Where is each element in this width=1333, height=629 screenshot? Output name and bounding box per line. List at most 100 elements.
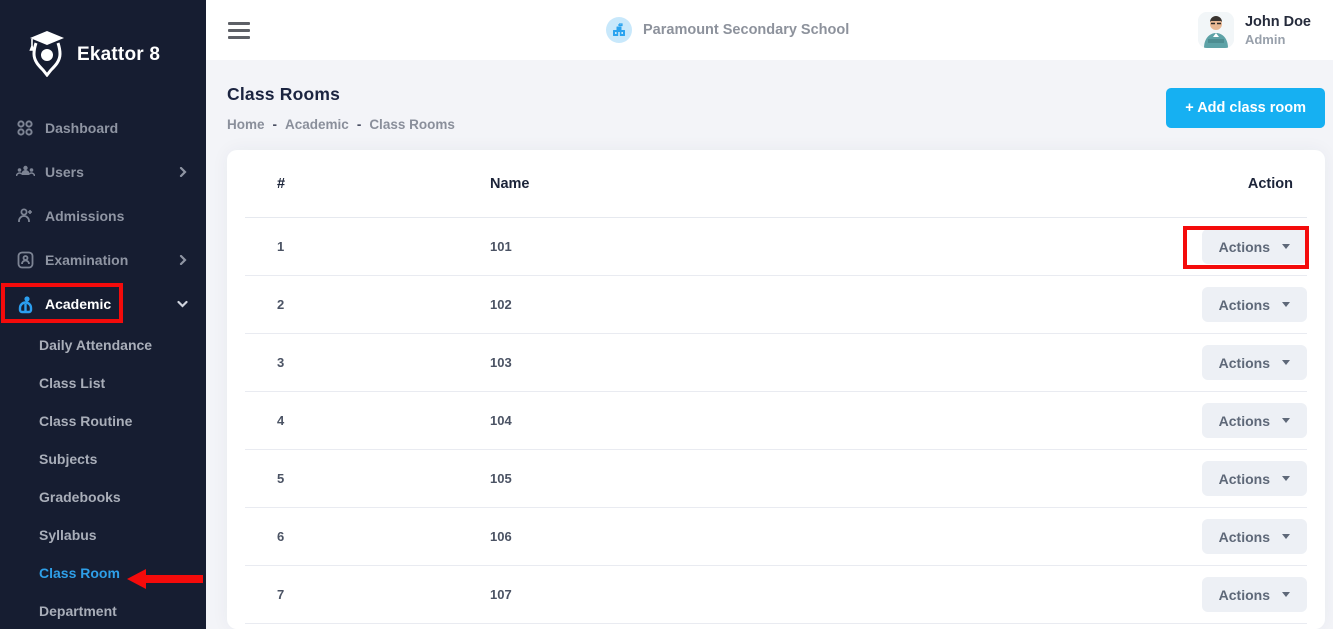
subitem-label: Class Room (39, 565, 120, 581)
table-row: 5 105 Actions (245, 450, 1307, 508)
row-name: 102 (490, 297, 1179, 312)
sidebar-item-dashboard[interactable]: Dashboard (0, 106, 206, 150)
row-actions-button[interactable]: Actions (1202, 287, 1307, 322)
table-row: 3 103 Actions (245, 334, 1307, 392)
column-header-name: Name (490, 176, 1179, 192)
school-selector[interactable]: Paramount Secondary School (606, 0, 849, 60)
sidebar-item-label: Admissions (45, 208, 124, 224)
sidebar-subitem-class-list[interactable]: Class List (0, 364, 206, 402)
sidebar-item-admissions[interactable]: Admissions (0, 194, 206, 238)
row-name: 104 (490, 413, 1179, 428)
caret-down-icon (1282, 476, 1290, 481)
row-name: 106 (490, 529, 1179, 544)
subitem-label: Subjects (39, 451, 97, 467)
sidebar-item-users[interactable]: Users (0, 150, 206, 194)
subitem-label: Class Routine (39, 413, 132, 429)
table-row: 4 104 Actions (245, 392, 1307, 450)
actions-label: Actions (1219, 355, 1270, 371)
actions-label: Actions (1219, 239, 1270, 255)
column-header-number: # (277, 176, 490, 192)
row-actions-button[interactable]: Actions (1202, 403, 1307, 438)
school-name: Paramount Secondary School (643, 22, 849, 38)
subitem-label: Department (39, 603, 117, 619)
table-row: 6 106 Actions (245, 508, 1307, 566)
user-info: John Doe Admin (1245, 13, 1311, 48)
actions-label: Actions (1219, 471, 1270, 487)
row-actions-button[interactable]: Actions (1202, 519, 1307, 554)
breadcrumb-class-rooms: Class Rooms (369, 117, 455, 132)
sidebar-item-label: Users (45, 164, 84, 180)
actions-label: Actions (1219, 529, 1270, 545)
title-block: Class Rooms Home - Academic - Class Room… (227, 84, 455, 132)
page-header: Class Rooms Home - Academic - Class Room… (227, 84, 1325, 132)
add-class-room-button[interactable]: + Add class room (1166, 88, 1325, 128)
badge-icon (15, 250, 35, 270)
breadcrumb-separator: - (357, 117, 362, 132)
row-name: 105 (490, 471, 1179, 486)
caret-down-icon (1282, 244, 1290, 249)
row-actions-button[interactable]: Actions (1202, 345, 1307, 380)
row-number: 6 (277, 529, 490, 544)
dashboard-icon (15, 118, 35, 138)
sidebar-subitem-subjects[interactable]: Subjects (0, 440, 206, 478)
class-rooms-table-card: # Name Action 1 101 Actions 2 102 Action… (227, 150, 1325, 629)
caret-down-icon (1282, 534, 1290, 539)
table-row: 1 101 Actions (245, 218, 1307, 276)
row-name: 107 (490, 587, 1179, 602)
sidebar-subitem-gradebooks[interactable]: Gradebooks (0, 478, 206, 516)
sidebar-item-label: Examination (45, 252, 128, 268)
sidebar-item-label: Dashboard (45, 120, 118, 136)
table-header-row: # Name Action (245, 150, 1307, 218)
subitem-label: Syllabus (39, 527, 97, 543)
sidebar-subitem-class-routine[interactable]: Class Routine (0, 402, 206, 440)
row-actions-button[interactable]: Actions (1202, 461, 1307, 496)
caret-down-icon (1282, 360, 1290, 365)
sidebar-item-examination[interactable]: Examination (0, 238, 206, 282)
sidebar-nav: Dashboard Users (0, 106, 206, 629)
user-role: Admin (1245, 32, 1311, 47)
sidebar-subitem-syllabus[interactable]: Syllabus (0, 516, 206, 554)
sidebar-subitem-class-room[interactable]: Class Room (0, 554, 206, 592)
academic-submenu: Daily Attendance Class List Class Routin… (0, 326, 206, 629)
top-navbar: Paramount Secondary School John Doe (206, 0, 1333, 60)
graduation-cap-pin-icon (26, 29, 68, 82)
caret-down-icon (1282, 592, 1290, 597)
sidebar: Ekattor 8 Dashboard (0, 0, 206, 629)
app-root: Ekattor 8 Dashboard (0, 0, 1333, 629)
breadcrumb: Home - Academic - Class Rooms (227, 117, 455, 132)
column-header-action: Action (1179, 176, 1307, 192)
sidebar-item-label: Academic (45, 296, 111, 312)
actions-label: Actions (1219, 297, 1270, 313)
subitem-label: Class List (39, 375, 105, 391)
chevron-right-icon (178, 167, 188, 177)
row-number: 3 (277, 355, 490, 370)
row-number: 1 (277, 239, 490, 254)
row-actions-button[interactable]: Actions (1202, 577, 1307, 612)
breadcrumb-home[interactable]: Home (227, 117, 265, 132)
row-actions-button[interactable]: Actions (1202, 229, 1307, 264)
sidebar-item-academic[interactable]: Academic (0, 282, 206, 326)
hamburger-menu-icon[interactable] (228, 22, 250, 39)
brand-logo[interactable]: Ekattor 8 (0, 0, 206, 84)
user-menu[interactable]: John Doe Admin (1198, 12, 1311, 48)
table-row: 7 107 Actions (245, 566, 1307, 624)
main-area: Paramount Secondary School John Doe (206, 0, 1333, 629)
chevron-right-icon (178, 255, 188, 265)
row-number: 7 (277, 587, 490, 602)
user-name: John Doe (1245, 13, 1311, 33)
sidebar-subitem-daily-attendance[interactable]: Daily Attendance (0, 326, 206, 364)
academic-icon (15, 294, 35, 314)
caret-down-icon (1282, 418, 1290, 423)
breadcrumb-academic[interactable]: Academic (285, 117, 349, 132)
page-title: Class Rooms (227, 84, 455, 105)
page-content: Class Rooms Home - Academic - Class Room… (206, 60, 1333, 629)
breadcrumb-separator: - (273, 117, 278, 132)
table-row: 2 102 Actions (245, 276, 1307, 334)
caret-down-icon (1282, 302, 1290, 307)
chevron-down-icon (177, 299, 188, 309)
school-building-icon (606, 17, 632, 43)
actions-label: Actions (1219, 587, 1270, 603)
row-name: 103 (490, 355, 1179, 370)
sidebar-subitem-department[interactable]: Department (0, 592, 206, 629)
brand-name: Ekattor 8 (77, 44, 160, 66)
